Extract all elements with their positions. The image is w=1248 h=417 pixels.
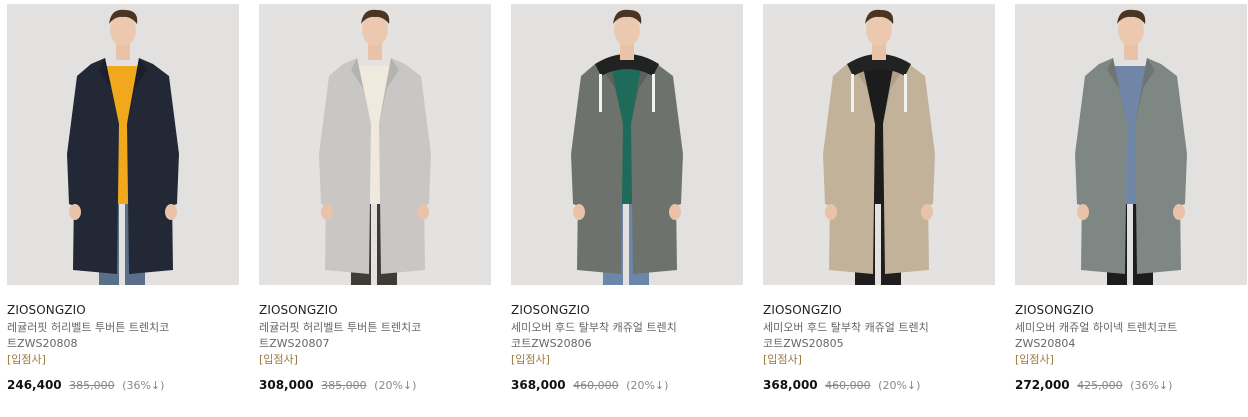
product-brand[interactable]: ZIOSONGZIO [1015,303,1247,317]
sale-price: 272,000 [1015,378,1070,392]
product-brand[interactable]: ZIOSONGZIO [511,303,743,317]
product-image[interactable] [511,4,743,285]
product-name[interactable]: 세미오버 캐쥬얼 하이넥 트렌치코트ZWS20804 [1015,320,1185,352]
hand-right [1173,204,1185,220]
hood-string-left [599,74,602,112]
discount-rate: (20%↓) [374,379,417,392]
original-price: 385,000 [321,379,367,392]
store-badge: [입점사] [259,353,298,366]
discount-rate: (20%↓) [878,379,921,392]
price-row: 368,000 460,000 (20%↓) [763,378,995,393]
price-row: 272,000 425,000 (36%↓) [1015,378,1247,393]
hand-right [921,204,933,220]
product-brand[interactable]: ZIOSONGZIO [7,303,239,317]
product-card[interactable]: ZIOSONGZIO 레귤러핏 허리벨트 투버튼 트렌치코트ZWS20807 [… [259,4,491,393]
original-price: 460,000 [573,379,619,392]
price-row: 246,400 385,000 (36%↓) [7,378,239,393]
sale-price: 246,400 [7,378,62,392]
model-illustration [823,9,935,285]
discount-rate: (36%↓) [1130,379,1173,392]
original-price: 425,000 [1077,379,1123,392]
discount-rate: (36%↓) [122,379,165,392]
product-image[interactable] [1015,4,1247,285]
product-name[interactable]: 세미오버 후드 탈부착 캐쥬얼 트렌치코트ZWS20806 [511,320,681,352]
product-name[interactable]: 레귤러핏 허리벨트 투버튼 트렌치코트ZWS20807 [259,320,429,352]
product-card[interactable]: ZIOSONGZIO 세미오버 후드 탈부착 캐쥬얼 트렌치코트ZWS20805… [763,4,995,393]
store-badge: [입점사] [511,353,550,366]
hand-right [669,204,681,220]
model-illustration [67,9,179,285]
hood-string-left [851,74,854,112]
hood-string-right [904,74,907,112]
price-row: 368,000 460,000 (20%↓) [511,378,743,393]
model-illustration [571,9,683,285]
model-illustration [1075,9,1187,285]
sale-price: 368,000 [763,378,818,392]
product-name[interactable]: 레귤러핏 허리벨트 투버튼 트렌치코트ZWS20808 [7,320,177,352]
sale-price: 368,000 [511,378,566,392]
store-badge: [입점사] [763,353,802,366]
hand-left [573,204,585,220]
hand-left [321,204,333,220]
product-name[interactable]: 세미오버 후드 탈부착 캐쥬얼 트렌치코트ZWS20805 [763,320,933,352]
product-card[interactable]: ZIOSONGZIO 레귤러핏 허리벨트 투버튼 트렌치코트ZWS20808 [… [7,4,239,393]
product-grid: ZIOSONGZIO 레귤러핏 허리벨트 투버튼 트렌치코트ZWS20808 [… [0,0,1248,417]
product-image[interactable] [7,4,239,285]
store-badge: [입점사] [1015,353,1054,366]
hood-string-right [652,74,655,112]
product-card[interactable]: ZIOSONGZIO 세미오버 후드 탈부착 캐쥬얼 트렌치코트ZWS20806… [511,4,743,393]
hand-left [69,204,81,220]
product-image[interactable] [259,4,491,285]
hand-right [165,204,177,220]
product-brand[interactable]: ZIOSONGZIO [259,303,491,317]
product-image[interactable] [763,4,995,285]
price-row: 308,000 385,000 (20%↓) [259,378,491,393]
hand-left [825,204,837,220]
discount-rate: (20%↓) [626,379,669,392]
hand-right [417,204,429,220]
product-card[interactable]: ZIOSONGZIO 세미오버 캐쥬얼 하이넥 트렌치코트ZWS20804 [입… [1015,4,1247,393]
store-badge: [입점사] [7,353,46,366]
sale-price: 308,000 [259,378,314,392]
hand-left [1077,204,1089,220]
model-illustration [319,9,431,285]
original-price: 460,000 [825,379,871,392]
product-brand[interactable]: ZIOSONGZIO [763,303,995,317]
original-price: 385,000 [69,379,115,392]
